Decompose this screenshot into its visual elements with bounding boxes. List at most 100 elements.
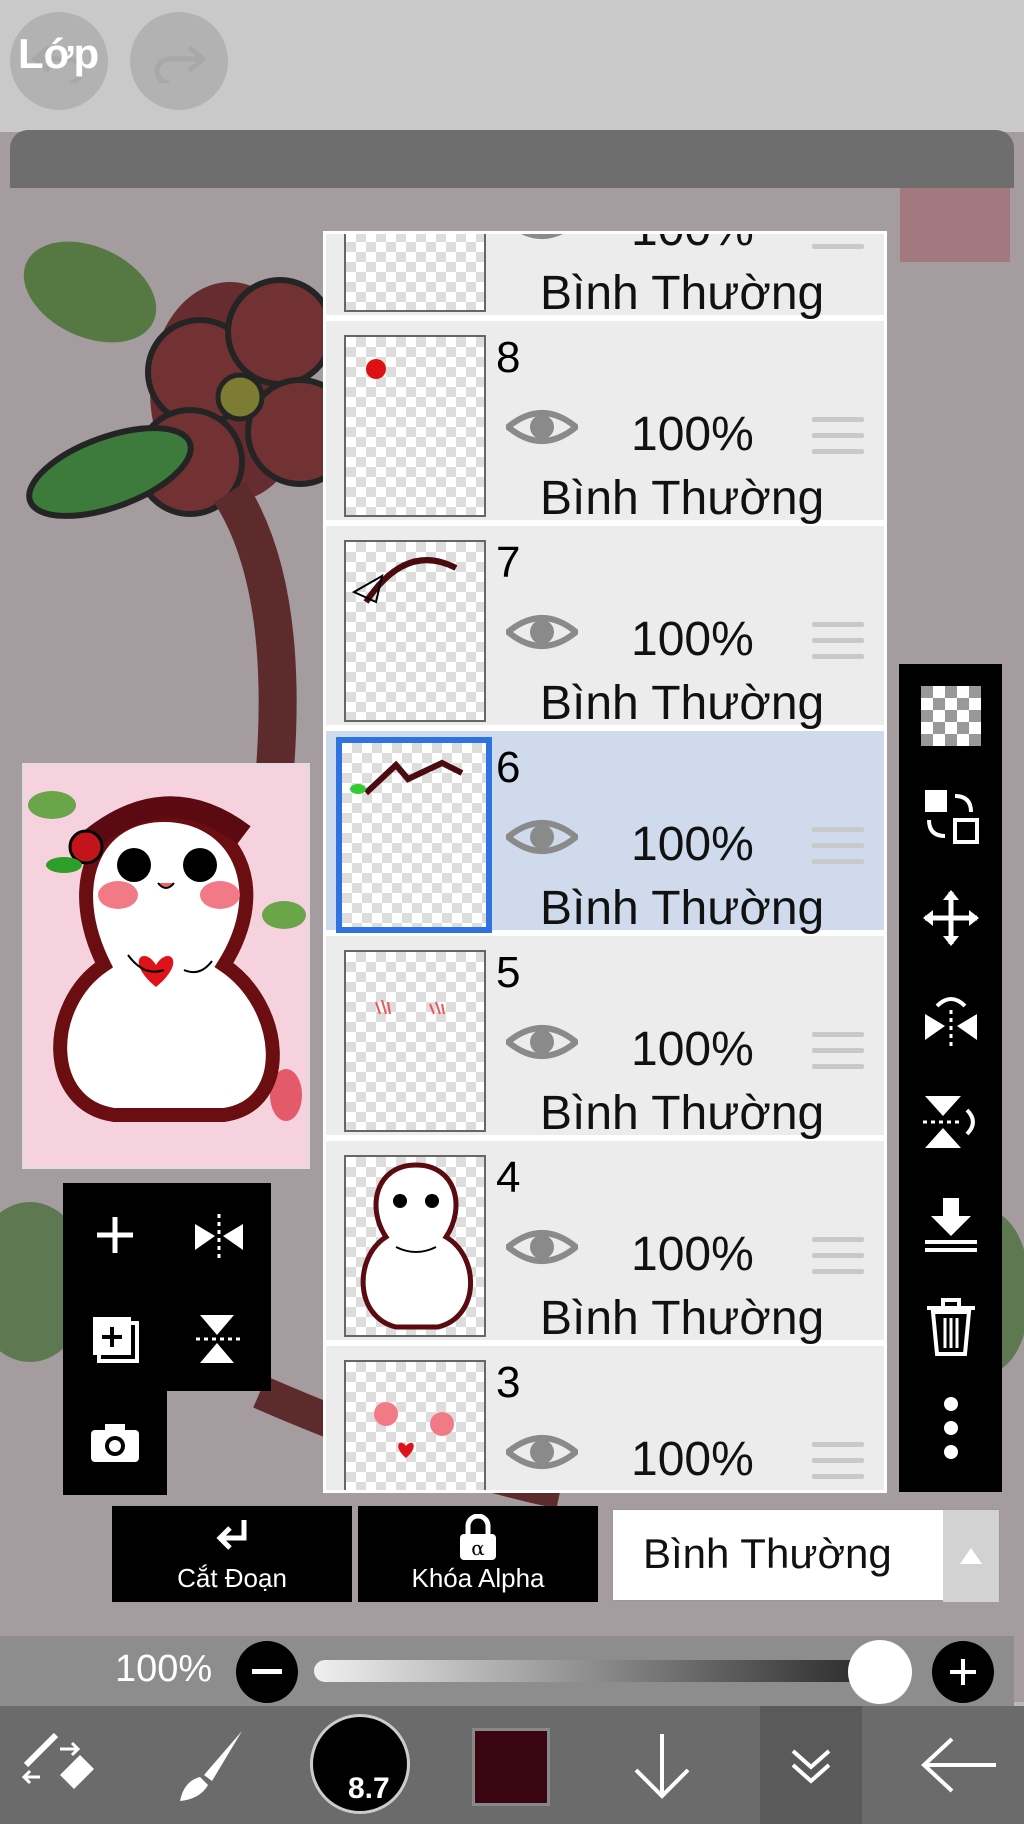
layer-number: 8	[496, 333, 521, 382]
layer-number: 4	[496, 1153, 521, 1202]
bottom-toolbar: 8.7	[0, 1706, 1024, 1824]
clipping-label: Cắt Đoạn	[177, 1563, 287, 1593]
transform-tools-icon	[21, 1732, 94, 1789]
layer-number: 3	[496, 1358, 521, 1407]
drag-handle-icon[interactable]	[812, 1032, 864, 1080]
drag-handle-icon[interactable]	[812, 827, 864, 875]
camera-icon	[91, 1424, 139, 1462]
merge-down-button[interactable]	[899, 1174, 1002, 1274]
layer-opacity: 100%	[631, 1228, 754, 1281]
redo-button[interactable]	[130, 12, 228, 110]
visibility-eye-icon[interactable]	[506, 405, 578, 449]
layer-thumbnail	[344, 234, 486, 312]
layer-tools-left	[63, 1183, 271, 1495]
visibility-eye-icon[interactable]	[506, 610, 578, 654]
alpha-lock-label: Khóa Alpha	[411, 1563, 545, 1593]
duplicate-layer-button[interactable]	[63, 1287, 167, 1391]
layer-blend-mode: Bình Thường	[540, 1087, 825, 1140]
layer-row-7[interactable]: 7 100% Bình Thường	[326, 526, 884, 730]
flip-vertical-button[interactable]	[167, 1287, 271, 1391]
flip-rotate-horizontal-button[interactable]	[899, 970, 1002, 1070]
visibility-eye-icon[interactable]	[506, 1225, 578, 1269]
transform-tool-button[interactable]	[10, 1706, 110, 1824]
layer-blend-mode: Bình Thường	[540, 882, 825, 935]
panel-title: Lớp	[18, 30, 100, 77]
visibility-eye-icon[interactable]	[506, 231, 578, 244]
delete-layer-button[interactable]	[899, 1276, 1002, 1376]
flip-vertical-icon	[922, 1096, 975, 1148]
layer-row[interactable]: 100% Bình Thường	[326, 231, 884, 320]
move-button[interactable]	[899, 868, 1002, 968]
preview-artwork	[24, 765, 308, 1167]
triangle-up-icon	[960, 1548, 982, 1564]
add-layer-button[interactable]	[63, 1183, 167, 1287]
opacity-control: 100%	[0, 1636, 1014, 1706]
layer-row-3[interactable]: 3 100%	[326, 1346, 884, 1490]
alpha-lock-button[interactable]: α Khóa Alpha	[358, 1506, 598, 1602]
swap-layers-button[interactable]	[899, 766, 1002, 866]
back-button[interactable]	[910, 1706, 1010, 1824]
layer-tools-right	[899, 664, 1002, 1492]
opacity-slider[interactable]	[314, 1660, 892, 1682]
layer-row-8[interactable]: 8 100% Bình Thường	[326, 321, 884, 525]
layer-blend-mode: Bình Thường	[540, 472, 825, 525]
drag-handle-icon[interactable]	[812, 234, 864, 260]
color-swatch[interactable]	[472, 1728, 550, 1806]
collapse-panel-button[interactable]	[760, 1706, 862, 1824]
flip-horizontal-icon	[924, 997, 977, 1048]
opacity-value: 100%	[115, 1648, 213, 1690]
layer-number: 6	[496, 743, 521, 792]
drag-handle-icon[interactable]	[812, 1237, 864, 1285]
scroll-down-button[interactable]	[612, 1706, 712, 1824]
brush-tool-button[interactable]	[160, 1706, 260, 1824]
swap-icon	[924, 790, 979, 844]
redo-icon	[154, 45, 207, 83]
chevron-double-down-icon	[791, 1749, 831, 1784]
lock-icon: α	[460, 1514, 496, 1560]
canvas-preview[interactable]	[22, 763, 310, 1169]
clip-arrow-icon	[216, 1520, 247, 1550]
duplicate-icon	[93, 1317, 139, 1363]
layer-row-5[interactable]: 5 100% Bình Thường	[326, 936, 884, 1140]
flip-rotate-vertical-button[interactable]	[899, 1072, 1002, 1172]
svg-text:α: α	[471, 1536, 485, 1560]
layer-thumbnail	[344, 335, 486, 517]
opacity-slider-knob[interactable]	[848, 1640, 912, 1704]
transparent-fill-button[interactable]	[899, 666, 1002, 766]
layer-row-4[interactable]: 4 100% Bình Thường	[326, 1141, 884, 1345]
opacity-increase-button[interactable]	[932, 1641, 994, 1703]
layer-blend-mode: Bình Thường	[540, 1292, 825, 1345]
clipping-button[interactable]: Cắt Đoạn	[112, 1506, 352, 1602]
blend-mode-value: Bình Thường	[643, 1530, 892, 1577]
brush-size-value: 8.7	[348, 1772, 390, 1805]
layer-thumbnail-selected	[336, 737, 492, 933]
layer-panel-header	[10, 130, 1014, 188]
layer-opacity: 100%	[631, 818, 754, 871]
more-vertical-icon	[943, 1397, 958, 1459]
flip-horizontal-button[interactable]	[167, 1183, 271, 1287]
more-options-button[interactable]	[899, 1378, 1002, 1478]
flip-vertical-icon	[196, 1315, 242, 1363]
camera-button[interactable]	[63, 1391, 167, 1495]
plus-icon	[97, 1217, 133, 1253]
layer-number: 7	[496, 538, 521, 587]
blend-mode-dropdown-button[interactable]	[943, 1510, 999, 1602]
trash-icon	[926, 1298, 975, 1356]
layer-opacity: 100%	[631, 613, 754, 666]
drag-handle-icon[interactable]	[812, 417, 864, 465]
top-bar	[0, 0, 1024, 132]
layer-row-6-selected[interactable]: 6 100% Bình Thường	[326, 731, 884, 935]
layer-opacity: 100%	[631, 408, 754, 461]
drag-handle-icon[interactable]	[812, 622, 864, 670]
visibility-eye-icon[interactable]	[506, 1020, 578, 1064]
layer-list[interactable]: 100% Bình Thường 8 100% Bình Thường 7 10…	[323, 231, 887, 1493]
drag-handle-icon[interactable]	[812, 1442, 864, 1490]
flip-horizontal-icon	[195, 1214, 243, 1258]
layer-thumbnail	[344, 1155, 486, 1337]
arrow-down-icon	[634, 1734, 690, 1799]
opacity-decrease-button[interactable]	[236, 1641, 298, 1703]
checkerboard-icon	[920, 686, 981, 746]
visibility-eye-icon[interactable]	[506, 815, 578, 859]
visibility-eye-icon[interactable]	[506, 1430, 578, 1474]
blend-mode-select[interactable]: Bình Thường	[612, 1509, 1000, 1602]
